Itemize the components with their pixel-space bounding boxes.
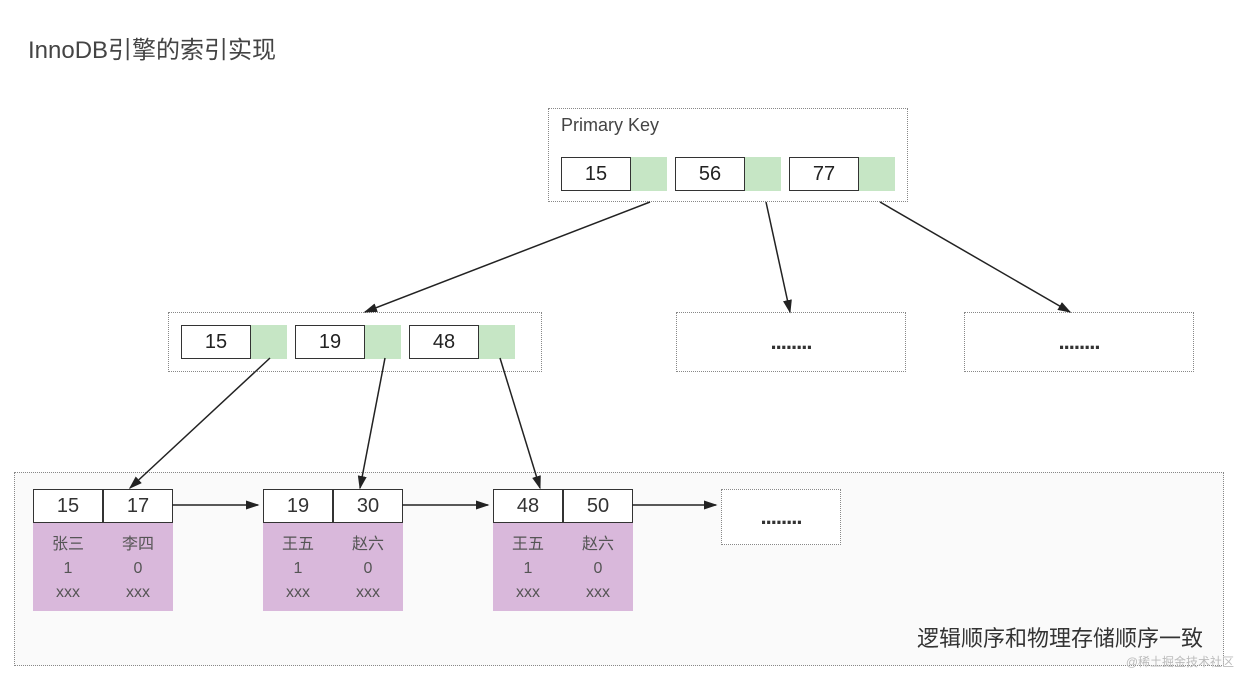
leaf-data: 王五 1 xxx: [263, 523, 333, 611]
arrow: [130, 358, 270, 488]
leaf-cell: 0: [594, 560, 603, 578]
internal-key: 48: [409, 325, 479, 359]
ellipsis-text: ........: [771, 329, 812, 355]
leaf-key: 17: [103, 489, 173, 523]
leaf-cell: 1: [64, 560, 73, 578]
leaf-key: 19: [263, 489, 333, 523]
root-node: Primary Key 15 56 77: [548, 108, 908, 202]
internal-key: 19: [295, 325, 365, 359]
root-key: 15: [561, 157, 631, 191]
internal-ptr: [479, 325, 515, 359]
leaf-cell: 张三: [52, 530, 84, 554]
internal-node: 15 19 48: [168, 312, 542, 372]
leaf-cell: xxx: [126, 584, 150, 602]
root-ptr: [745, 157, 781, 191]
leaf-key: 48: [493, 489, 563, 523]
arrow: [500, 358, 540, 488]
leaf-key: 15: [33, 489, 103, 523]
leaf-cell: 1: [524, 560, 533, 578]
leaf-node: 48 王五 1 xxx 50 赵六 0 xxx: [493, 489, 633, 611]
internal-key: 15: [181, 325, 251, 359]
leaf-key: 30: [333, 489, 403, 523]
leaf-cell: xxx: [516, 584, 540, 602]
leaf-caption: 逻辑顺序和物理存储顺序一致: [917, 621, 1203, 653]
leaf-cell: xxx: [56, 584, 80, 602]
leaf-data: 赵六 0 xxx: [333, 523, 403, 611]
arrow: [880, 202, 1070, 312]
internal-ellipsis: ........: [676, 312, 906, 372]
root-ptr: [631, 157, 667, 191]
internal-ptr: [365, 325, 401, 359]
leaf-data: 王五 1 xxx: [493, 523, 563, 611]
internal-ellipsis: ........: [964, 312, 1194, 372]
leaf-ellipsis: ........: [721, 489, 841, 545]
leaf-data: 李四 0 xxx: [103, 523, 173, 611]
ellipsis-text: ........: [1059, 329, 1100, 355]
leaf-cell: 王五: [282, 530, 314, 554]
arrow: [365, 202, 650, 312]
internal-ptr: [251, 325, 287, 359]
leaf-cell: xxx: [286, 584, 310, 602]
leaf-cell: 李四: [122, 530, 154, 554]
leaf-key: 50: [563, 489, 633, 523]
leaf-data: 张三 1 xxx: [33, 523, 103, 611]
arrow: [766, 202, 790, 312]
root-key: 77: [789, 157, 859, 191]
leaf-cell: xxx: [586, 584, 610, 602]
leaf-cell: 0: [364, 560, 373, 578]
ellipsis-text: ........: [761, 504, 802, 530]
leaf-cell: 王五: [512, 530, 544, 554]
leaf-cell: 0: [134, 560, 143, 578]
leaf-node: 19 王五 1 xxx 30 赵六 0 xxx: [263, 489, 403, 611]
leaf-area: 15 张三 1 xxx 17 李四 0 xxx 19 王五 1 xxx: [14, 472, 1224, 666]
leaf-cell: xxx: [356, 584, 380, 602]
leaf-data: 赵六 0 xxx: [563, 523, 633, 611]
arrow: [360, 358, 385, 488]
leaf-cell: 赵六: [352, 530, 384, 554]
page-title: InnoDB引擎的索引实现: [28, 30, 276, 65]
watermark: @稀土掘金技术社区: [1126, 653, 1234, 670]
root-label: Primary Key: [561, 115, 659, 136]
root-key: 56: [675, 157, 745, 191]
leaf-cell: 赵六: [582, 530, 614, 554]
leaf-node: 15 张三 1 xxx 17 李四 0 xxx: [33, 489, 173, 611]
leaf-cell: 1: [294, 560, 303, 578]
root-ptr: [859, 157, 895, 191]
